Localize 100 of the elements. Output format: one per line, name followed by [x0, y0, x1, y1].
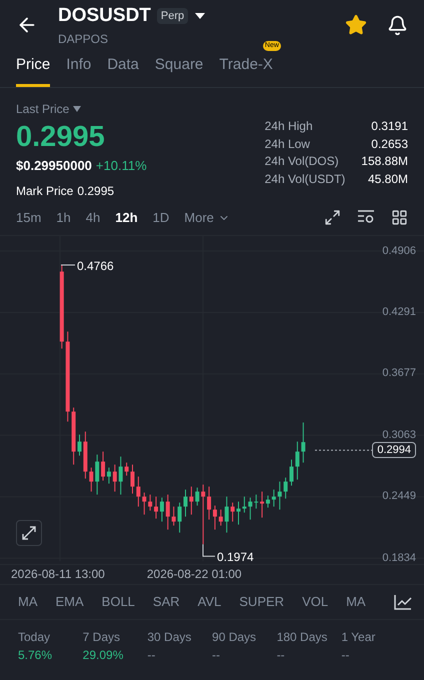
stat-value: 0.2653 — [370, 136, 408, 152]
interval-tab[interactable]: 12h — [115, 208, 138, 228]
candle — [112, 464, 117, 492]
period-label: 180 Days — [276, 629, 328, 646]
current-price-tag: 0.2994 — [372, 442, 416, 458]
mark-price-label: Mark Price — [16, 182, 74, 200]
time-axis-label: 2026-08-11 13:00 — [11, 566, 105, 583]
price-axis-label: 0.2449 — [382, 490, 416, 504]
candle — [242, 496, 246, 514]
candle — [290, 459, 294, 486]
tab[interactable]: Trade-X — [219, 54, 273, 87]
period-label: 90 Days — [212, 629, 258, 646]
indicator-tab[interactable]: AVL — [198, 592, 222, 612]
period-label: 1 Year — [341, 629, 376, 646]
interval-tab[interactable]: 15m — [16, 208, 42, 228]
indicator-tab[interactable]: MA — [346, 592, 366, 612]
candle — [295, 441, 300, 480]
candle — [89, 467, 94, 492]
period-change: -- — [276, 647, 286, 664]
bell-icon[interactable] — [387, 14, 408, 36]
candle — [78, 434, 82, 456]
indicator-tab[interactable]: SAR — [152, 592, 180, 612]
candle — [172, 506, 176, 526]
candle — [189, 486, 194, 516]
interval-tab[interactable]: 1h — [56, 208, 71, 228]
high-leader-line — [60, 264, 76, 266]
indicator-tab[interactable]: SUPER — [239, 592, 284, 612]
settings-icon[interactable] — [357, 209, 375, 225]
indicator-tab[interactable]: MA — [18, 592, 38, 612]
low-price-label: 0.1974 — [217, 549, 254, 566]
chart-line-icon[interactable] — [394, 594, 412, 610]
star-icon[interactable] — [345, 14, 367, 36]
subtitle: DAPPOS — [58, 31, 110, 48]
price-axis-label: 0.4291 — [382, 306, 416, 319]
caret-icon[interactable] — [194, 12, 206, 20]
period-label: 30 Days — [147, 629, 192, 646]
candle — [284, 477, 288, 500]
tab[interactable]: Price — [16, 54, 50, 87]
tab[interactable]: Info — [66, 54, 92, 87]
candle — [118, 456, 123, 496]
stat-value: 45.80M — [366, 170, 408, 188]
candle — [72, 407, 76, 466]
candle — [136, 476, 140, 508]
time-axis-label: 2026-08-22 01:00 — [146, 566, 242, 583]
candle — [142, 492, 146, 516]
period-change: -- — [147, 647, 156, 664]
candle — [95, 454, 100, 496]
tab[interactable]: Data — [107, 54, 139, 87]
interval-tab[interactable]: 1D — [152, 208, 170, 228]
candle — [178, 502, 182, 534]
candle — [218, 509, 223, 526]
low-leader-line — [202, 544, 216, 557]
period-change: -- — [212, 647, 222, 664]
interval-tab[interactable]: 4h — [86, 208, 100, 228]
indicator-tab[interactable]: BOLL — [102, 592, 135, 612]
candle — [148, 494, 152, 512]
candle — [224, 496, 229, 534]
period-change: -- — [341, 647, 350, 664]
resize-icon[interactable] — [324, 209, 341, 226]
price-change: +10.11% — [96, 157, 147, 175]
tab[interactable]: Square — [154, 54, 204, 87]
mark-price-value: 0.2995 — [77, 182, 114, 200]
stat-label: 24h Vol(DOS) — [264, 153, 340, 170]
expand-button[interactable] — [16, 520, 42, 546]
stat-value: 0.3191 — [370, 118, 408, 135]
candle — [301, 422, 306, 464]
indicator-tab[interactable]: VOL — [302, 592, 328, 612]
stat-label: 24h Vol(USDT) — [264, 170, 346, 188]
candle — [195, 487, 200, 506]
price-axis-label: 0.3063 — [382, 428, 416, 442]
candle — [130, 464, 134, 494]
price-axis-label: 0.1834 — [382, 552, 416, 565]
stat-value: 158.88M — [361, 153, 408, 170]
usd-price: $0.29950000 — [16, 157, 92, 175]
period-change: 5.76% — [18, 647, 54, 664]
candle — [230, 502, 235, 522]
last-price-label: Last Price — [16, 101, 70, 118]
period-label: Today — [18, 629, 52, 646]
period-change: 29.09% — [82, 647, 124, 664]
price-axis-label: 0.3677 — [382, 367, 416, 380]
indicator-tab[interactable]: EMA — [56, 592, 84, 612]
price-axis-label: 0.4906 — [382, 244, 416, 258]
high-price-label: 0.4766 — [77, 258, 114, 275]
period-label: 7 Days — [82, 629, 122, 646]
stat-label: 24h High — [264, 118, 314, 135]
candle — [201, 484, 206, 545]
grid-icon[interactable] — [391, 209, 408, 226]
contract-badge: Perp — [156, 8, 188, 24]
candle — [184, 489, 188, 518]
current-price-line — [314, 450, 372, 451]
candle — [272, 489, 276, 508]
candle — [248, 497, 252, 520]
last-price: 0.2995 — [16, 120, 106, 155]
interval-tab[interactable]: More — [184, 208, 230, 228]
candle — [236, 501, 240, 526]
stat-label: 24h Low — [264, 136, 311, 152]
candle — [254, 494, 258, 510]
candle — [278, 481, 282, 510]
candle — [166, 494, 170, 530]
candle — [124, 462, 129, 476]
